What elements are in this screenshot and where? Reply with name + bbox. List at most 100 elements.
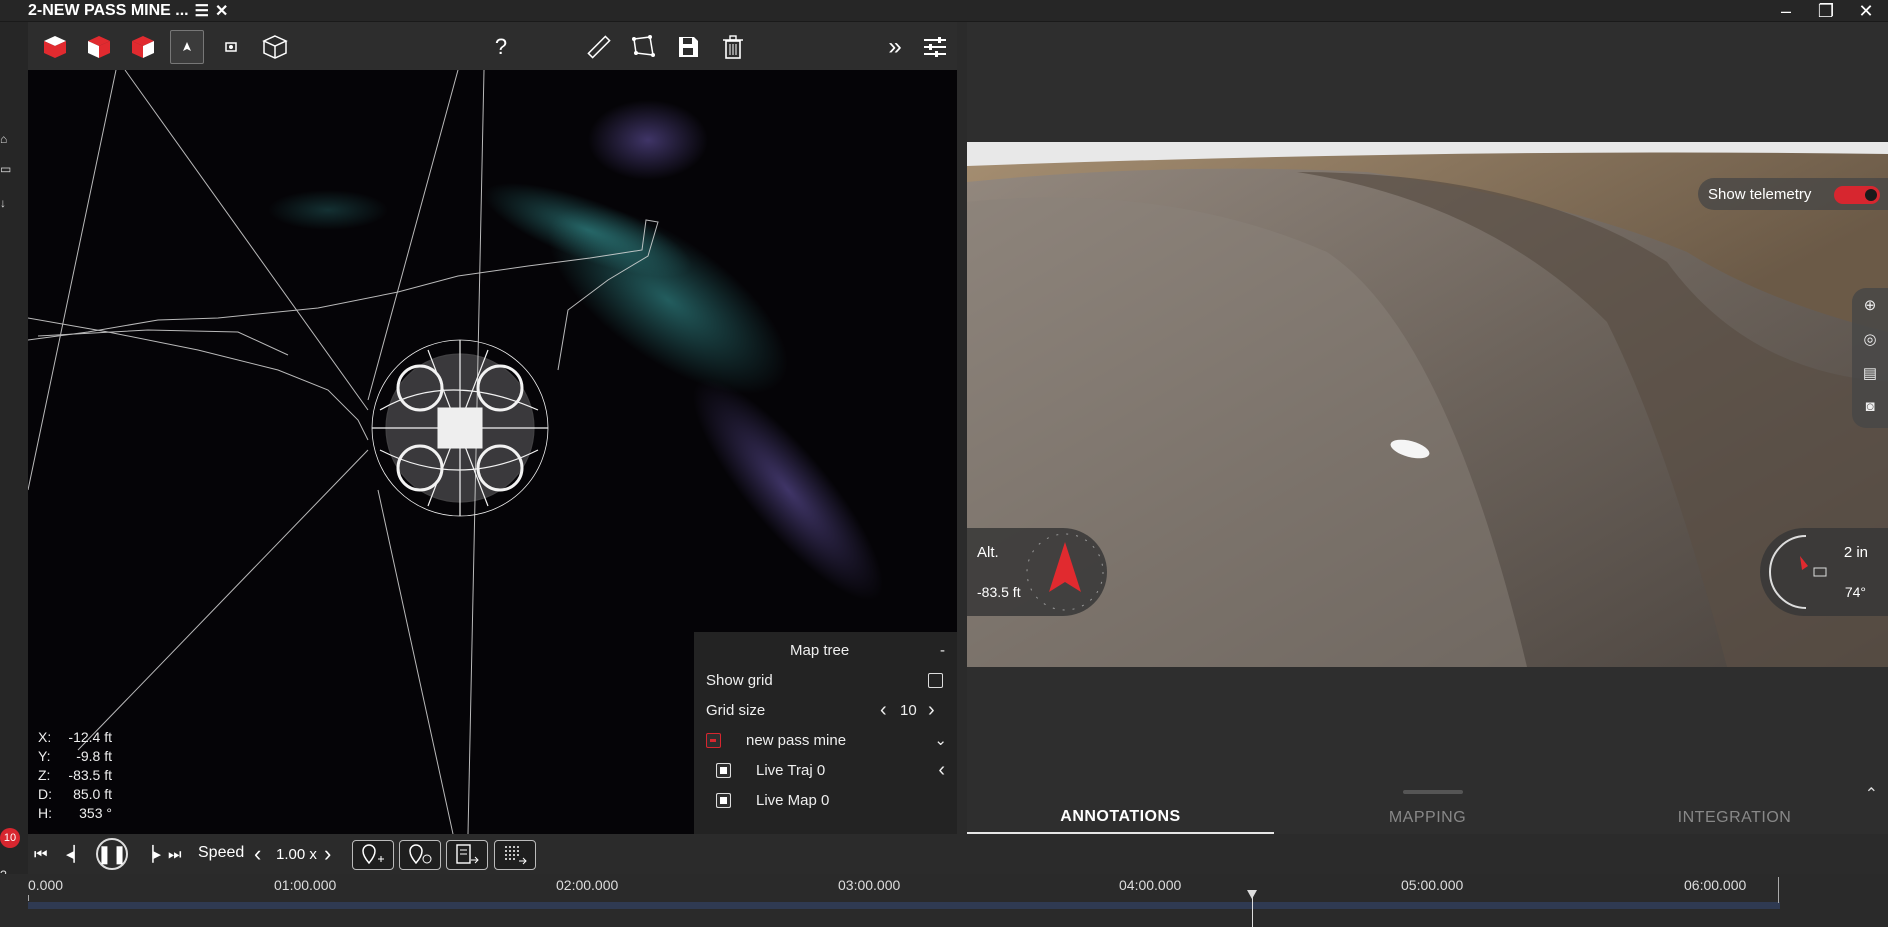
home-icon[interactable]: ⌂ — [0, 132, 12, 146]
speed-increase-icon[interactable]: › — [324, 841, 331, 866]
speed-decrease-icon[interactable]: ‹ — [254, 841, 261, 866]
export-grid-button[interactable] — [494, 840, 536, 870]
help-button[interactable]: ? — [484, 30, 518, 64]
x-value: -12.4 ft — [68, 729, 112, 745]
camera-view-icon[interactable] — [214, 30, 248, 64]
folder-icon[interactable]: ▭ — [0, 162, 12, 176]
step-back-icon[interactable]: ◂▏ — [66, 844, 85, 864]
telemetry-toggle-row: Show telemetry — [1698, 178, 1888, 210]
altitude-value: -83.5 ft — [977, 584, 1021, 600]
document-title: 2-NEW PASS MINE ... — [28, 2, 189, 19]
gimbal-indicator: 2 in 74° — [1760, 528, 1888, 616]
export-grid-icon — [505, 846, 527, 865]
bottom-tabs: ANNOTATIONS MAPPING INTEGRATION — [967, 802, 1888, 834]
chevron-left-icon[interactable]: ‹ — [938, 759, 945, 782]
minimize-icon[interactable]: – — [1768, 0, 1804, 22]
zoom-icon[interactable]: ⊕ — [1860, 296, 1880, 316]
timeline-track[interactable] — [28, 902, 1780, 909]
coordinates-readout: X: -12.4 ft Y: -9.8 ft Z: -83.5 ft D: 85.0 f… — [38, 728, 112, 823]
d-label: D: — [38, 786, 52, 802]
download-icon[interactable]: ↓ — [0, 196, 12, 210]
left-rail: ⋮ ⌂ ▭ ↓ 10 ? ✱ — [0, 0, 28, 927]
tab-mapping[interactable]: MAPPING — [1274, 802, 1581, 834]
view-cube-front-icon[interactable] — [82, 30, 116, 64]
timeline-label-0: 0.000 — [28, 877, 64, 893]
z-value: -83.5 ft — [68, 767, 112, 783]
step-forward-icon[interactable]: ▕▸ — [142, 844, 161, 864]
wireframe-cube-icon[interactable] — [258, 30, 292, 64]
grid-size-value: 10 — [900, 701, 917, 719]
timeline-label-2: 02:00.000 — [556, 877, 619, 893]
skip-to-end-icon[interactable]: ⏭ — [168, 844, 182, 864]
grid-size-label: Grid size — [706, 701, 766, 719]
z-label: Z: — [38, 767, 51, 783]
map-tree-panel: Map tree - Show grid Grid size ‹ 10 › ne… — [694, 632, 957, 834]
view-cube-top-icon[interactable] — [38, 30, 72, 64]
tab-integration[interactable]: INTEGRATION — [1581, 802, 1888, 834]
tab-annotations[interactable]: ANNOTATIONS — [967, 802, 1274, 834]
export-report-button[interactable] — [446, 840, 488, 870]
chevron-down-icon[interactable]: ⌄ — [934, 731, 947, 749]
timeline-label-4: 04:00.000 — [1119, 877, 1182, 893]
timeline-label-1: 01:00.000 — [274, 877, 337, 893]
close-icon[interactable]: ✕ — [1848, 0, 1884, 22]
follow-drone-icon[interactable] — [170, 30, 204, 64]
chevron-up-icon[interactable]: ⌃ — [1865, 784, 1878, 804]
tree-item-live-traj[interactable]: Live Traj 0 ‹ — [694, 756, 957, 784]
altitude-label: Alt. — [977, 544, 999, 561]
map-viewer[interactable]: ? » X: -12.4 ft Y: -9.8 ft Z: -83.5 ft D… — [28, 22, 957, 834]
timeline-start-handle[interactable] — [28, 895, 29, 901]
tree-item-root[interactable]: new pass mine ⌄ — [694, 726, 957, 754]
notification-badge[interactable]: 10 — [0, 828, 20, 848]
timeline[interactable]: 0.000 01:00.000 02:00.000 03:00.000 04:0… — [0, 874, 1888, 927]
trash-icon[interactable] — [716, 30, 750, 64]
live-map-checkbox[interactable] — [716, 792, 731, 808]
view-cube-side-icon[interactable] — [126, 30, 160, 64]
polygon-tool-icon[interactable] — [626, 30, 660, 64]
measure-ruler-icon[interactable] — [582, 30, 616, 64]
playback-bar: ⏮ ◂▏ ❚❚ ▕▸ ⏭ Speed ‹ 1.00 x › — [28, 834, 1888, 874]
expand-panel-icon[interactable]: » — [878, 30, 912, 64]
timeline-label-3: 03:00.000 — [838, 877, 901, 893]
speed-value: 1.00 x — [276, 845, 317, 863]
list-icon[interactable]: ☰ — [195, 1, 209, 21]
show-telemetry-toggle[interactable] — [1834, 186, 1880, 204]
zoom-value: 2 in — [1843, 544, 1868, 561]
pause-button[interactable]: ❚❚ — [96, 838, 128, 870]
map-tree-title: Map tree — [790, 641, 850, 659]
marker-history-button[interactable] — [399, 840, 441, 870]
add-marker-button[interactable] — [352, 840, 394, 870]
root-layer-label: new pass mine — [746, 731, 847, 749]
map-tree-collapse-button[interactable]: - — [940, 642, 945, 659]
title-bar: 2-NEW PASS MINE ... ☰ ✕ – ❐ ✕ — [0, 0, 1888, 22]
document-tab[interactable]: 2-NEW PASS MINE ... ☰ ✕ — [28, 0, 228, 22]
settings-sliders-icon[interactable] — [918, 30, 952, 64]
save-icon[interactable] — [671, 30, 705, 64]
camera-icon[interactable]: ◙ — [1860, 398, 1880, 418]
drone-model — [371, 339, 549, 517]
root-layer-checkbox[interactable] — [706, 732, 721, 748]
clipboard-icon[interactable]: ▤ — [1860, 364, 1880, 384]
show-telemetry-label: Show telemetry — [1708, 185, 1812, 203]
close-tab-icon[interactable]: ✕ — [215, 1, 228, 21]
live-map-label: Live Map 0 — [756, 791, 830, 809]
live-traj-checkbox[interactable] — [716, 762, 731, 778]
timeline-end-handle[interactable] — [1778, 877, 1779, 903]
thermal-icon[interactable]: ◎ — [1860, 330, 1880, 350]
skip-to-start-icon[interactable]: ⏮ — [34, 844, 48, 864]
x-label: X: — [38, 729, 52, 745]
playhead[interactable] — [1247, 890, 1257, 927]
timeline-label-5: 05:00.000 — [1401, 877, 1464, 893]
viewer-toolbar: ? » — [28, 22, 957, 70]
tree-item-live-map[interactable]: Live Map 0 — [694, 786, 957, 814]
grid-size-increase-icon[interactable]: › — [928, 699, 935, 722]
grid-size-decrease-icon[interactable]: ‹ — [880, 699, 887, 722]
d-value: 85.0 ft — [73, 786, 112, 802]
drawer-handle[interactable] — [1403, 790, 1463, 794]
live-traj-label: Live Traj 0 — [756, 761, 826, 779]
speed-label: Speed — [198, 844, 245, 861]
camera-side-tools: ⊕ ◎ ▤ ◙ — [1852, 288, 1888, 428]
gimbal-angle-icon — [1769, 535, 1827, 609]
show-grid-checkbox[interactable] — [928, 672, 943, 688]
restore-icon[interactable]: ❐ — [1808, 0, 1844, 22]
